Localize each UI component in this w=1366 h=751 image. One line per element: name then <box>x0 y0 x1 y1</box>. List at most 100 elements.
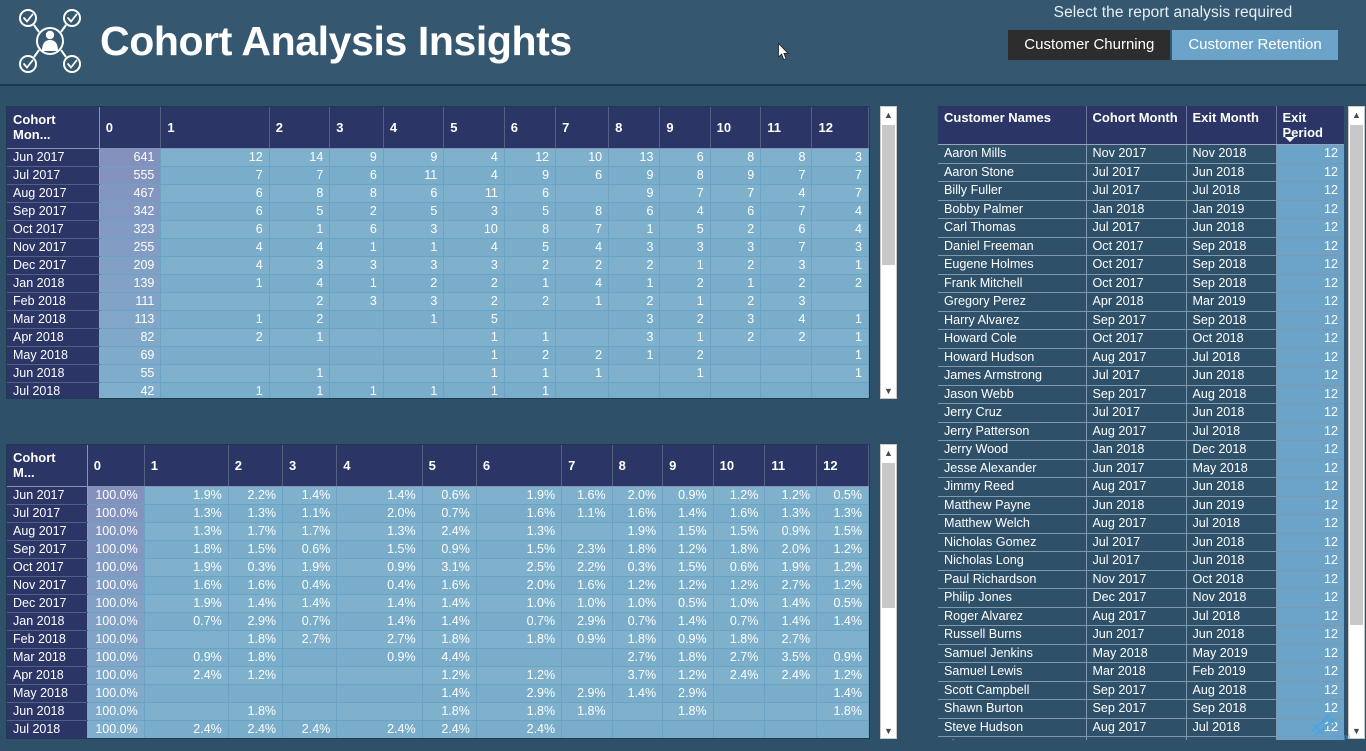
matrix-cell[interactable]: 9 <box>504 166 557 185</box>
matrix-row-label[interactable]: Sep 2017 <box>7 202 100 221</box>
matrix-cell[interactable]: 467 <box>99 184 162 203</box>
matrix-cell[interactable]: 1 <box>383 238 445 257</box>
matrix-cell[interactable]: 3.2% <box>144 739 228 740</box>
matrix-cell[interactable]: 1.2% <box>713 486 766 505</box>
matrix-cell[interactable]: 113 <box>99 310 162 329</box>
matrix-cell[interactable]: 3 <box>811 148 869 167</box>
matrix-col-header-6[interactable]: 6 <box>476 445 563 487</box>
customer-name-cell[interactable]: Bobby Palmer <box>938 200 1087 219</box>
customer-name-cell[interactable]: Nicholas Gomez <box>938 533 1087 552</box>
exit-month-cell[interactable]: May 2018 <box>1186 459 1277 478</box>
exit-month-cell[interactable]: Jul 2018 <box>1186 607 1277 626</box>
table-row[interactable]: Russell Burns Jun 2017 Jun 2018 12 <box>938 625 1344 645</box>
matrix-cell[interactable]: 1 <box>160 310 270 329</box>
matrix-cell[interactable]: 1.8% <box>612 540 664 559</box>
table-row[interactable]: Billy Fuller Jul 2017 Jul 2018 12 <box>938 181 1344 201</box>
matrix-cell[interactable] <box>555 328 610 347</box>
matrix-cell[interactable]: 0.9% <box>144 648 229 667</box>
exit-period-cell[interactable]: 12 <box>1276 163 1344 182</box>
matrix-cell[interactable]: 2 <box>659 274 711 293</box>
matrix-col-header-2[interactable]: 2 <box>228 445 284 487</box>
customer-name-cell[interactable]: Philip Jones <box>938 588 1087 608</box>
exit-period-cell[interactable]: 12 <box>1276 644 1344 663</box>
matrix-cell[interactable]: 2.9% <box>561 684 613 703</box>
matrix-cell[interactable]: 1.9% <box>144 486 229 505</box>
matrix-cell[interactable]: 1.5% <box>662 522 714 541</box>
matrix-cell[interactable]: 2 <box>659 310 711 329</box>
matrix-cell[interactable]: 2 <box>760 328 813 347</box>
matrix-row[interactable]: Aug 2017 100.0% 1.3% 1.7% 1.7% 1.3% 2.4% 1.3% 1.… <box>7 522 869 541</box>
matrix-cell[interactable]: 0.6% <box>282 540 338 559</box>
customer-name-cell[interactable]: Howard Cole <box>938 329 1087 349</box>
matrix-cell[interactable]: 8 <box>329 184 384 203</box>
scroll-down-arrow-icon[interactable]: ▼ <box>881 723 896 738</box>
matrix-cell[interactable]: 1 <box>269 382 331 398</box>
matrix-cell[interactable]: 1.4% <box>422 612 477 631</box>
matrix-cell[interactable] <box>476 648 563 667</box>
matrix-cell[interactable] <box>764 684 818 703</box>
matrix-cell[interactable]: 1 <box>710 274 762 293</box>
cohort-month-cell[interactable]: Aug 2017 <box>1086 477 1187 497</box>
exit-period-cell[interactable]: 12 <box>1276 348 1344 367</box>
cohort-month-cell[interactable]: Dec 2017 <box>1086 588 1187 608</box>
matrix-cell[interactable]: 1 <box>608 346 661 365</box>
matrix-col-header-10[interactable]: 10 <box>710 107 762 149</box>
matrix-cell[interactable]: 1 <box>608 220 661 239</box>
matrix-cell[interactable]: 6 <box>659 148 711 167</box>
exit-month-cell[interactable]: Jan 2019 <box>1186 200 1277 219</box>
exit-period-cell[interactable]: 12 <box>1276 551 1344 571</box>
matrix-cell[interactable]: 1 <box>383 310 445 329</box>
matrix-cell[interactable]: 3 <box>659 238 711 257</box>
matrix-cell[interactable]: 4 <box>269 274 331 293</box>
matrix-cell[interactable]: 209 <box>99 256 162 275</box>
matrix-cell[interactable]: 1.9% <box>144 594 229 613</box>
exit-month-cell[interactable]: Jul 2018 <box>1186 514 1277 534</box>
matrix-col-header-5[interactable]: 5 <box>422 445 477 487</box>
matrix-cell[interactable]: 1.6% <box>561 576 613 595</box>
customer-name-cell[interactable]: Samuel Lewis <box>938 662 1087 682</box>
customer-name-cell[interactable]: Eugene Holmes <box>938 255 1087 275</box>
customer-name-cell[interactable]: Matthew Payne <box>938 496 1087 515</box>
matrix-row[interactable]: Sep 2017 100.0% 1.8% 1.5% 0.6% 1.5% 0.9% 1.5% 2.… <box>7 540 869 559</box>
matrix-cell[interactable]: 6 <box>160 202 270 221</box>
matrix-cell[interactable]: 1.7% <box>228 522 284 541</box>
matrix-cell[interactable] <box>282 702 338 721</box>
cohort-month-cell[interactable]: Nov 2017 <box>1086 144 1187 164</box>
customer-col-header-exit-period[interactable]: Exit Period <box>1276 106 1344 145</box>
matrix-row[interactable]: Mar 2018 113 1 2 1 5 3 2 3 4 1 <box>7 310 869 329</box>
customer-name-cell[interactable]: Jerry Cruz <box>938 403 1087 423</box>
matrix-cell[interactable]: 2 <box>160 328 270 347</box>
matrix-row[interactable]: Jul 2017 555 7 7 6 11 4 9 6 9 8 9 7 7 <box>7 166 869 185</box>
matrix-cell[interactable]: 4 <box>659 202 711 221</box>
matrix-cell[interactable]: 8 <box>659 166 711 185</box>
matrix-col-header-1[interactable]: 1 <box>144 445 229 487</box>
matrix-cell[interactable] <box>329 346 384 365</box>
exit-month-cell[interactable]: Jun 2018 <box>1186 366 1277 386</box>
matrix-cell[interactable] <box>811 382 869 398</box>
matrix-col-header-11[interactable]: 11 <box>764 445 818 487</box>
matrix-cell[interactable]: 1 <box>811 310 869 329</box>
matrix-cell[interactable]: 1.5% <box>336 540 423 559</box>
cohort-month-cell[interactable]: Jul 2017 <box>1086 181 1187 201</box>
matrix-cell[interactable]: 3 <box>811 238 869 257</box>
matrix-cell[interactable]: 2 <box>443 292 505 311</box>
matrix-cell[interactable]: 3 <box>329 256 384 275</box>
cohort-month-cell[interactable]: Jul 2017 <box>1086 366 1187 386</box>
cohort-month-cell[interactable]: Nov 2017 <box>1086 570 1187 589</box>
matrix-cell[interactable]: 1.1% <box>282 504 338 523</box>
matrix-cell[interactable]: 1.4% <box>612 684 664 703</box>
matrix-cell[interactable] <box>811 292 869 311</box>
matrix-row-header-label[interactable]: Cohort Mon... <box>7 107 100 149</box>
matrix-cell[interactable]: 2.7% <box>612 648 664 667</box>
matrix-row-label[interactable]: Apr 2018 <box>7 666 88 685</box>
matrix-cell[interactable] <box>816 630 869 649</box>
matrix-cell[interactable]: 1.5% <box>476 540 563 559</box>
matrix-cell[interactable]: 7 <box>160 166 270 185</box>
matrix-cell[interactable]: 1.8% <box>816 702 869 721</box>
exit-month-cell[interactable]: Jun 2018 <box>1186 403 1277 423</box>
matrix-cell[interactable]: 1.8% <box>476 630 563 649</box>
customer-name-cell[interactable]: Aaron Mills <box>938 144 1087 164</box>
matrix-cell[interactable]: 6 <box>760 220 813 239</box>
matrix-cell[interactable]: 100.0% <box>87 522 145 541</box>
matrix-row[interactable]: Jul 2017 100.0% 1.3% 1.3% 1.1% 2.0% 0.7% 1.6% 1.… <box>7 504 869 523</box>
